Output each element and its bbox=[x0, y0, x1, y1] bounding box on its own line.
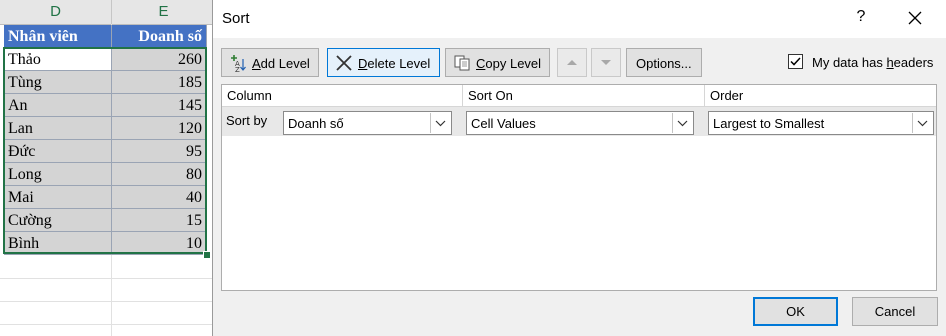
close-icon bbox=[908, 11, 922, 25]
column-header-d[interactable]: D bbox=[0, 0, 112, 25]
options-label: Options... bbox=[636, 56, 692, 71]
sort-levels-grid: Column Sort On Order Sort by Doanh số Ce… bbox=[221, 84, 937, 291]
headers-checkbox[interactable] bbox=[788, 54, 803, 69]
copy-level-label: Copy Level bbox=[476, 56, 542, 71]
table-cell-name[interactable]: Đức bbox=[4, 140, 112, 163]
column-header-sort-on: Sort On bbox=[463, 85, 705, 107]
help-button[interactable]: ? bbox=[851, 8, 871, 30]
table-cell-name[interactable]: Cường bbox=[4, 209, 112, 232]
triangle-up-icon bbox=[567, 60, 577, 65]
table-cell-name[interactable]: Mai bbox=[4, 186, 112, 209]
column-header-e-label: E bbox=[158, 3, 169, 20]
checkmark-icon bbox=[790, 57, 801, 66]
table-cell-value[interactable]: 145 bbox=[112, 94, 207, 117]
header-cell-name[interactable]: Nhân viên bbox=[4, 25, 112, 48]
column-header-column: Column bbox=[222, 85, 463, 107]
grid-line bbox=[0, 278, 212, 279]
move-up-button[interactable] bbox=[557, 48, 587, 77]
table-cell-name[interactable]: Long bbox=[4, 163, 112, 186]
delete-level-label: Delete Level bbox=[358, 56, 431, 71]
order-select[interactable]: Largest to Smallest bbox=[708, 111, 934, 135]
column-select-value: Doanh số bbox=[288, 116, 344, 131]
chevron-down-icon[interactable] bbox=[672, 113, 692, 133]
table-cell-value[interactable]: 120 bbox=[112, 117, 207, 140]
table-cell-value[interactable]: 40 bbox=[112, 186, 207, 209]
copy-icon bbox=[454, 55, 470, 71]
cancel-button[interactable]: Cancel bbox=[852, 297, 938, 326]
sort-on-select-value: Cell Values bbox=[471, 116, 536, 131]
dialog-title: Sort bbox=[222, 10, 250, 27]
spreadsheet: D E Nhân viên Doanh số Thảo 260 Tùng 185… bbox=[0, 0, 216, 336]
svg-text:Z: Z bbox=[235, 66, 240, 72]
order-select-value: Largest to Smallest bbox=[713, 116, 825, 131]
triangle-down-icon bbox=[601, 60, 611, 65]
grid-line bbox=[0, 324, 212, 325]
add-level-label: Add Level bbox=[252, 56, 310, 71]
table-cell-value[interactable]: 95 bbox=[112, 140, 207, 163]
copy-level-button[interactable]: Copy Level bbox=[445, 48, 550, 77]
delete-level-button[interactable]: Delete Level bbox=[327, 48, 440, 77]
column-header-e[interactable]: E bbox=[112, 0, 216, 25]
options-button[interactable]: Options... bbox=[626, 48, 702, 77]
table-cell-name[interactable]: An bbox=[4, 94, 112, 117]
table-cell-name[interactable]: Lan bbox=[4, 117, 112, 140]
close-button[interactable] bbox=[903, 6, 927, 30]
table-cell-value[interactable]: 15 bbox=[112, 209, 207, 232]
table-cell-value[interactable]: 260 bbox=[112, 48, 207, 71]
sort-by-label: Sort by bbox=[226, 113, 268, 128]
table-cell-value[interactable]: 80 bbox=[112, 163, 207, 186]
table-cell-value[interactable]: 185 bbox=[112, 71, 207, 94]
dialog-titlebar[interactable]: Sort ? bbox=[213, 0, 946, 38]
ok-button[interactable]: OK bbox=[753, 297, 838, 326]
table-cell-name[interactable]: Bình bbox=[4, 232, 112, 255]
add-level-button[interactable]: A Z Add Level bbox=[221, 48, 319, 77]
header-cell-value[interactable]: Doanh số bbox=[112, 25, 207, 48]
table-cell-name[interactable]: Thảo bbox=[4, 48, 112, 71]
delete-x-icon bbox=[336, 55, 352, 71]
table-cell-name[interactable]: Tùng bbox=[4, 71, 112, 94]
add-level-icon: A Z bbox=[231, 55, 246, 72]
column-header-d-label: D bbox=[50, 3, 61, 20]
sort-on-select[interactable]: Cell Values bbox=[466, 111, 694, 135]
table-cell-value[interactable]: 10 bbox=[112, 232, 207, 255]
chevron-down-icon[interactable] bbox=[430, 113, 450, 133]
fill-handle[interactable] bbox=[203, 251, 211, 259]
sort-dialog: Sort ? A Z Add Level Delete Level Copy L… bbox=[212, 0, 946, 336]
column-header-order: Order bbox=[705, 85, 936, 107]
headers-checkbox-label[interactable]: My data has headers bbox=[812, 55, 933, 70]
chevron-down-icon[interactable] bbox=[912, 113, 932, 133]
move-down-button[interactable] bbox=[591, 48, 621, 77]
grid-line bbox=[0, 301, 212, 302]
column-select[interactable]: Doanh số bbox=[283, 111, 452, 135]
